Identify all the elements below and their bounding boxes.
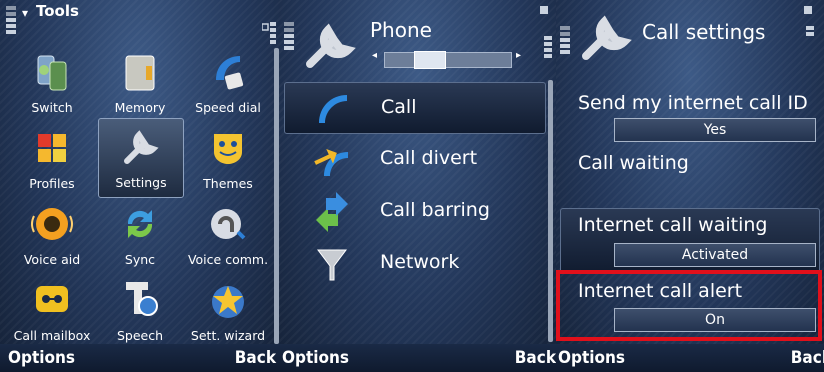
settings-icon <box>306 23 356 68</box>
app-label: Switch <box>31 100 73 115</box>
page-title: Tools <box>36 2 79 20</box>
page-title: Call settings <box>642 20 766 44</box>
app-label: Voice comm. <box>187 252 269 267</box>
voice-comm-icon <box>211 209 246 240</box>
app-voice-aid[interactable]: Voice aid <box>10 196 94 274</box>
tab-call-icon[interactable] <box>414 51 446 69</box>
phone-screen: Phone ◂ ▸ Call Call divert Call barring <box>280 0 556 372</box>
battery-icon <box>540 6 552 58</box>
page-title: Phone <box>370 18 432 42</box>
call-settings-screen: Call settings Send my internet call ID Y… <box>556 0 824 372</box>
options-softkey[interactable]: Options <box>558 348 625 368</box>
signal-strength-icon <box>560 26 570 54</box>
app-voice-comm[interactable]: Voice comm. <box>186 196 270 274</box>
app-speed-dial[interactable]: Speed dial <box>186 44 270 122</box>
softkey-bar: Options Back <box>0 344 280 372</box>
profiles-icon <box>38 134 66 162</box>
battery-icon <box>804 6 814 36</box>
app-label: Speech <box>116 328 164 343</box>
scrollbar[interactable] <box>548 80 553 342</box>
settings-wizard-icon <box>212 286 244 318</box>
app-label: Sync <box>124 252 156 267</box>
scrollbar[interactable] <box>274 48 279 344</box>
memory-icon <box>125 55 155 91</box>
list-item-call-divert[interactable]: Call divert <box>284 134 546 184</box>
tab-left-arrow-icon[interactable]: ◂ <box>372 50 377 61</box>
switch-icon <box>37 55 67 91</box>
list-item-network[interactable]: Network <box>284 238 546 288</box>
app-label: Memory <box>114 100 166 115</box>
list-item-label: Call barring <box>380 199 490 221</box>
setting-label: Internet call waiting <box>578 214 768 236</box>
app-themes[interactable]: Themes <box>186 120 270 198</box>
signal-strength-icon <box>6 6 16 34</box>
red-highlight-annotation <box>556 270 822 341</box>
signal-strength-icon <box>284 22 294 50</box>
setting-label[interactable]: Call waiting <box>578 152 689 174</box>
options-softkey[interactable]: Options <box>8 348 75 368</box>
app-settings[interactable]: Settings <box>98 118 184 198</box>
options-softkey[interactable]: Options <box>282 348 349 368</box>
app-call-mailbox[interactable]: Call mailbox <box>10 272 94 350</box>
call-divert-icon <box>314 149 348 176</box>
app-speech[interactable]: Speech <box>98 272 182 350</box>
speed-dial-icon <box>216 56 244 90</box>
back-softkey[interactable]: Back <box>515 348 556 368</box>
app-memory[interactable]: Memory <box>98 44 182 122</box>
voice-aid-icon <box>31 208 73 240</box>
softkey-bar: Options Back <box>280 344 556 372</box>
tab-right-arrow-icon[interactable]: ▸ <box>516 50 521 61</box>
list-item-label: Network <box>380 251 460 273</box>
send-internet-call-id-field[interactable]: Yes <box>614 118 816 142</box>
app-label: Call mailbox <box>13 328 91 343</box>
call-icon <box>319 95 347 123</box>
menu-indicator-icon: ▾ <box>22 6 29 20</box>
app-label: Profiles <box>29 176 75 191</box>
app-profiles[interactable]: Profiles <box>10 120 94 198</box>
app-label: Sett. wizard <box>190 328 266 343</box>
call-barring-icon <box>316 192 348 232</box>
app-switch[interactable]: Switch <box>10 44 94 122</box>
network-icon <box>317 249 347 281</box>
app-settings-wizard[interactable]: Sett. wizard <box>186 272 270 350</box>
list-item-label: Call divert <box>380 147 478 169</box>
list-item-call[interactable]: Call <box>284 82 546 134</box>
settings-icon <box>582 15 632 60</box>
setting-label: Send my internet call ID <box>578 92 808 114</box>
app-label: Voice aid <box>23 252 81 267</box>
internet-call-waiting-field[interactable]: Activated <box>614 243 816 267</box>
app-label: Themes <box>203 176 253 191</box>
tools-screen: ▾ Tools Switch Memory Speed dial Profile… <box>0 0 280 372</box>
app-sync[interactable]: Sync <box>98 196 182 274</box>
themes-icon <box>214 134 242 164</box>
back-softkey[interactable]: Back <box>235 348 276 368</box>
softkey-bar: Options Back <box>556 344 824 372</box>
tab-strip[interactable]: ◂ ▸ <box>372 50 522 69</box>
app-label: Speed dial <box>195 100 261 115</box>
call-mailbox-icon <box>36 286 68 312</box>
sync-icon <box>127 210 153 238</box>
app-label: Settings <box>115 175 167 190</box>
speech-icon <box>126 282 158 316</box>
list-item-call-barring[interactable]: Call barring <box>284 186 546 236</box>
back-softkey[interactable]: Back <box>791 348 824 368</box>
list-item-label: Call <box>381 96 417 118</box>
settings-icon <box>124 130 159 164</box>
